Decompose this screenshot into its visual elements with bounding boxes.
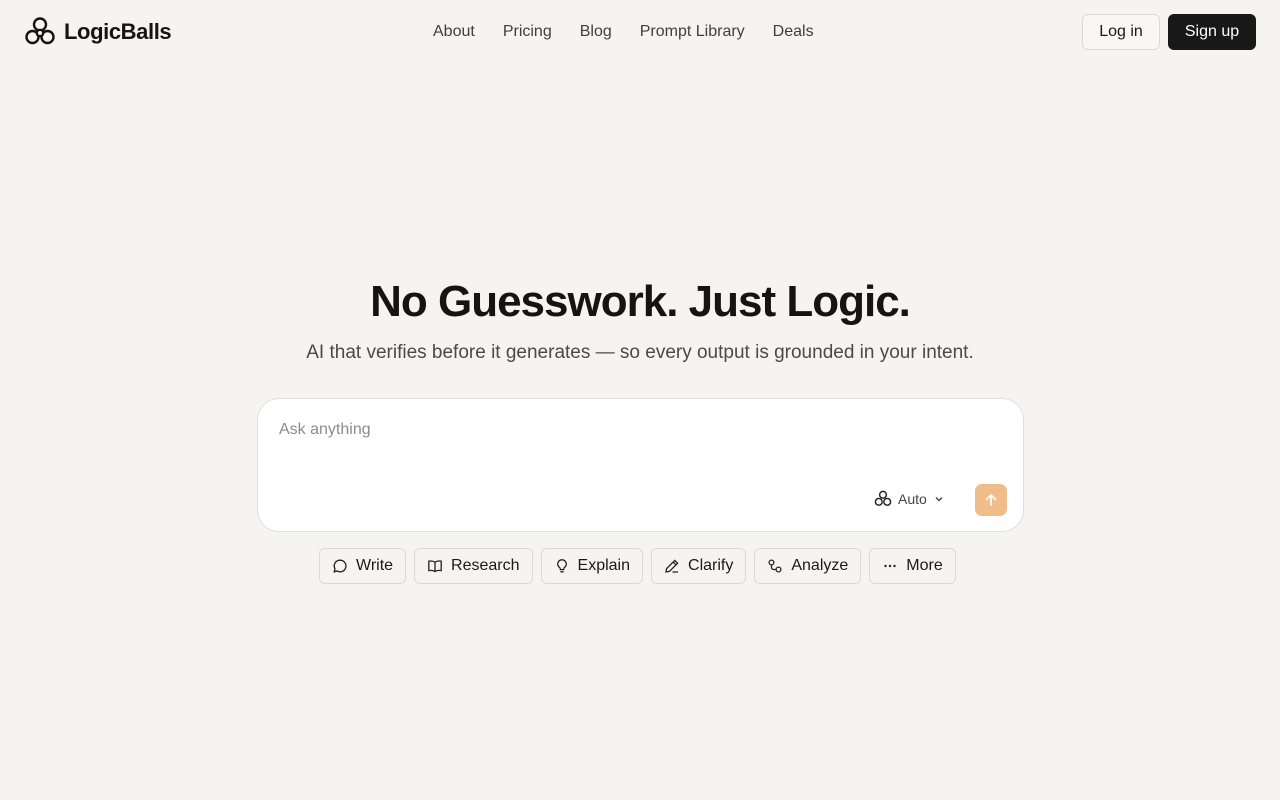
chip-analyze[interactable]: Analyze	[754, 548, 862, 584]
signup-button[interactable]: Sign up	[1168, 14, 1256, 50]
chip-label: Analyze	[791, 557, 849, 574]
ellipsis-icon	[884, 564, 896, 568]
chip-research[interactable]: Research	[414, 548, 533, 584]
chip-write[interactable]: Write	[319, 548, 407, 584]
chat-bubble-icon	[333, 559, 347, 573]
prompt-input[interactable]	[279, 421, 999, 461]
chip-label: Clarify	[688, 557, 734, 574]
logicballs-logo-icon	[874, 490, 892, 506]
nav-link-about[interactable]: About	[433, 20, 475, 44]
model-label: Auto	[898, 491, 927, 507]
chip-explain[interactable]: Explain	[540, 548, 644, 584]
site-header: LogicBalls About Pricing Blog Prompt Lib…	[0, 0, 1280, 64]
main-nav: About Pricing Blog Prompt Library Deals	[433, 20, 814, 44]
chip-clarify[interactable]: Clarify	[651, 548, 747, 584]
brand-name: LogicBalls	[64, 19, 172, 44]
nav-link-pricing[interactable]: Pricing	[503, 20, 552, 44]
nodes-icon	[768, 559, 782, 573]
nav-link-deals[interactable]: Deals	[773, 20, 814, 44]
chip-label: Research	[451, 557, 520, 574]
logicballs-logo-icon	[25, 17, 55, 45]
chevron-down-icon	[935, 497, 943, 502]
chip-label: More	[906, 557, 943, 574]
login-button[interactable]: Log in	[1082, 14, 1160, 50]
hero-subtitle: AI that verifies before it generates — s…	[306, 342, 974, 363]
nav-link-prompt-library[interactable]: Prompt Library	[640, 20, 745, 44]
chip-more[interactable]: More	[869, 548, 956, 584]
quick-action-chips: Write Research Explain Clarify Analyze M…	[319, 548, 956, 584]
chip-label: Write	[356, 557, 394, 574]
brand-logo[interactable]: LogicBalls	[24, 15, 172, 49]
send-button[interactable]	[975, 484, 1007, 516]
prompt-box: Auto	[257, 398, 1024, 532]
model-selector[interactable]: Auto	[874, 488, 945, 510]
pencil-icon	[665, 559, 679, 573]
lightbulb-icon	[556, 559, 567, 573]
book-open-icon	[428, 560, 442, 573]
nav-link-blog[interactable]: Blog	[580, 20, 612, 44]
hero-title: No Guesswork. Just Logic.	[370, 277, 911, 326]
chip-label: Explain	[577, 557, 631, 574]
arrow-up-icon	[985, 494, 997, 506]
